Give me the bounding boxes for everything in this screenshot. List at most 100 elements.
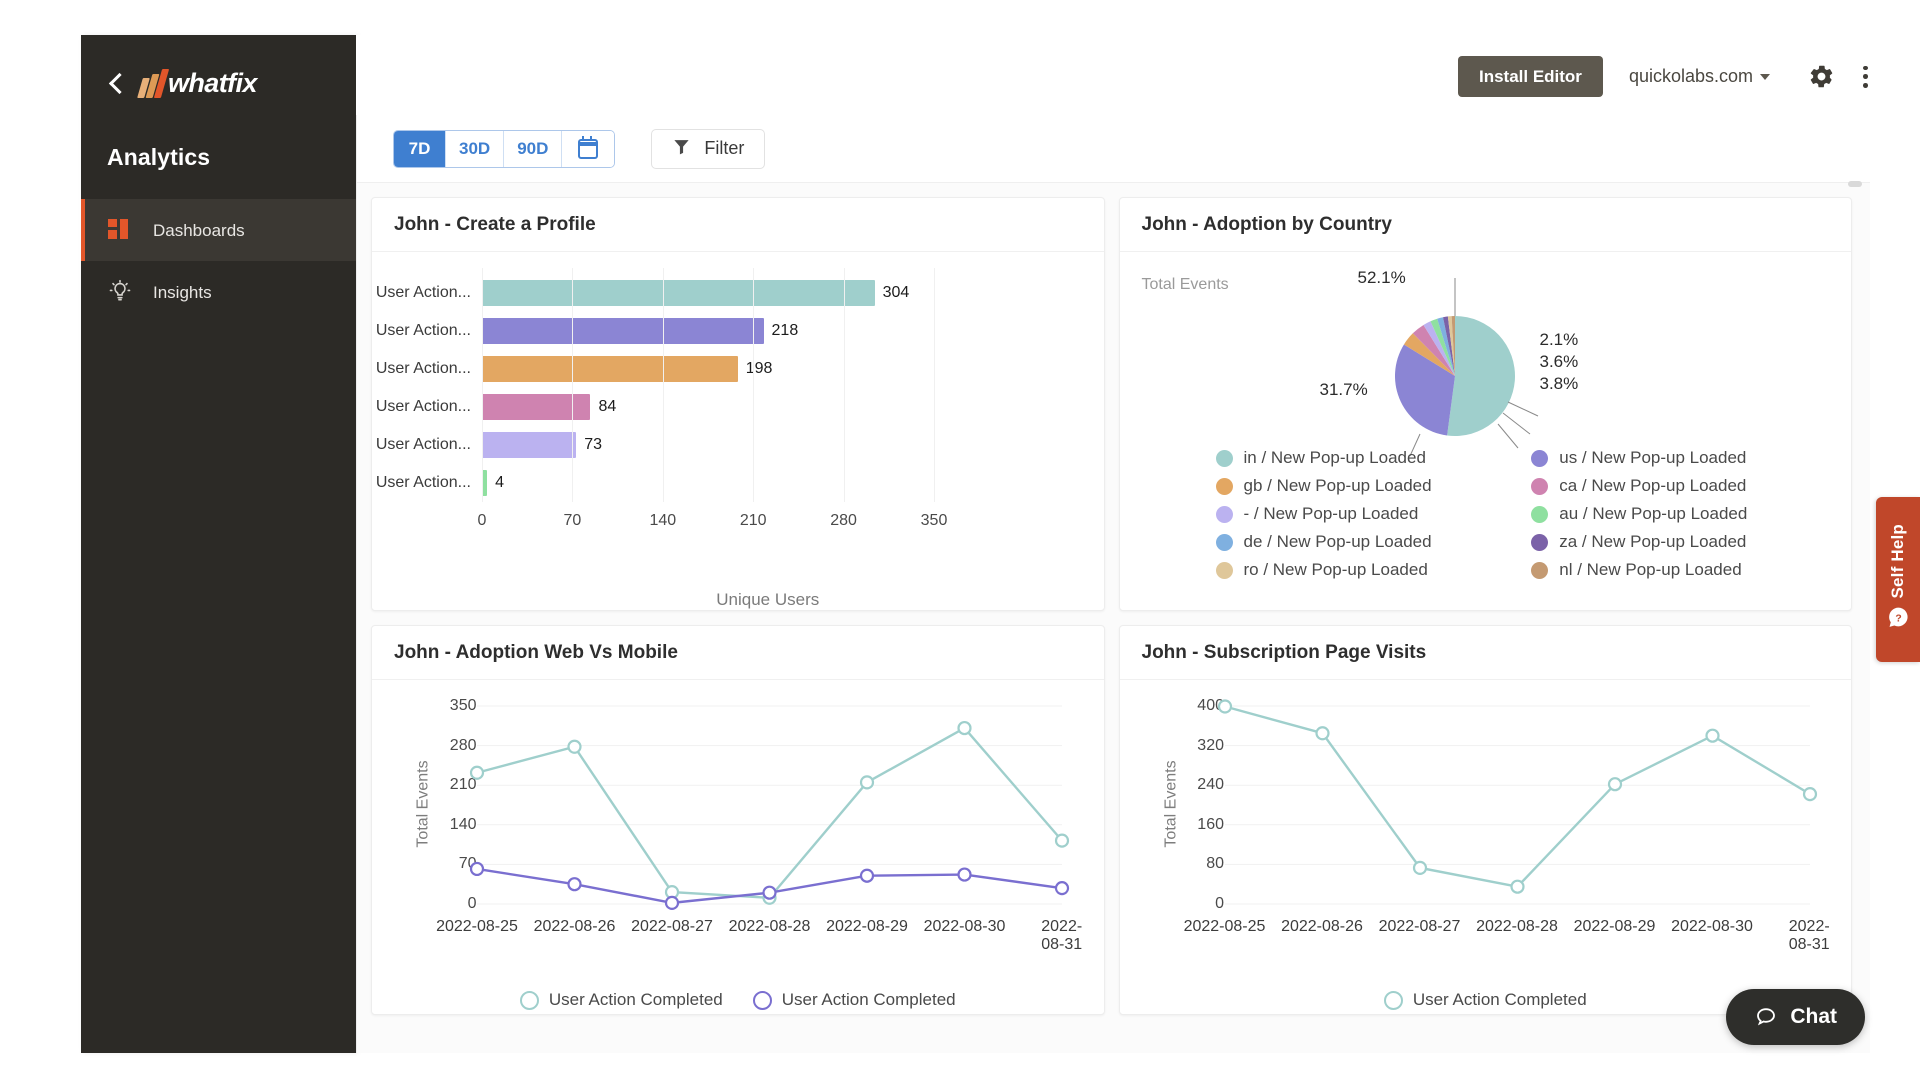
- legend-item[interactable]: gb / New Pop-up Loaded: [1215, 476, 1522, 496]
- data-point[interactable]: [1802, 787, 1817, 802]
- range-7d-button[interactable]: 7D: [394, 130, 446, 167]
- bar-value-label: 84: [598, 398, 617, 415]
- legend-item[interactable]: User Action Completed: [1383, 990, 1587, 1010]
- range-30d-button[interactable]: 30D: [446, 130, 505, 167]
- x-tick-label: 140: [649, 512, 677, 529]
- widget-grid: John - Create a Profile User Action... 30…: [357, 183, 1870, 1015]
- filter-button[interactable]: Filter: [651, 128, 766, 169]
- legend-item[interactable]: us / New Pop-up Loaded: [1531, 448, 1837, 468]
- bar-track: 84: [482, 388, 1104, 426]
- data-point[interactable]: [469, 861, 485, 877]
- sidebar-item-insights[interactable]: Insights: [81, 261, 356, 323]
- data-point[interactable]: [957, 720, 972, 736]
- legend-label: User Action Completed: [548, 990, 723, 1009]
- app-root: whatfix Analytics Dashboards Insights In…: [0, 0, 1920, 1080]
- install-editor-button[interactable]: Install Editor: [1457, 56, 1603, 97]
- pie-legend: in / New Pop-up Loaded us / New Pop-up Lo…: [1215, 448, 1838, 580]
- filter-label: Filter: [704, 138, 745, 158]
- bar-category-label: User Action...: [375, 398, 471, 415]
- data-point[interactable]: [1607, 777, 1622, 792]
- x-tick-label: 2022-08-27: [1378, 918, 1461, 935]
- data-point[interactable]: [664, 895, 680, 910]
- gear-icon[interactable]: [1808, 63, 1835, 90]
- x-tick-label: 350: [920, 512, 948, 529]
- bar-category-label: User Action...: [375, 360, 471, 377]
- widget-card-pie: John - Adoption by Country Total Events …: [1118, 197, 1852, 611]
- bar-fill: [482, 432, 577, 458]
- legend-marker: [1383, 990, 1403, 1010]
- widget-title: John - Adoption by Country: [1119, 198, 1851, 252]
- data-point[interactable]: [567, 877, 582, 892]
- x-tick-label: 2022-08-29: [1573, 918, 1656, 935]
- legend-item[interactable]: za / New Pop-up Loaded: [1531, 532, 1837, 552]
- legend-item[interactable]: ro / New Pop-up Loaded: [1215, 560, 1522, 580]
- x-tick-label: 210: [739, 512, 767, 529]
- legend-label: User Action Completed: [781, 990, 956, 1009]
- domain-selector[interactable]: quickolabs.com: [1629, 66, 1770, 87]
- pie-chart: Total Events 52.1% 31.7% 3.8% 3.6% 2.1% in / …: [1120, 252, 1852, 586]
- legend-item[interactable]: au / New Pop-up Loaded: [1531, 504, 1837, 524]
- data-point[interactable]: [762, 885, 777, 900]
- legend-label: gb / New Pop-up Loaded: [1243, 476, 1432, 495]
- data-point[interactable]: [1054, 833, 1070, 848]
- data-point[interactable]: [1217, 699, 1232, 714]
- data-point[interactable]: [1054, 881, 1070, 896]
- question-chat-icon: ?: [1886, 605, 1911, 635]
- pie-slice[interactable]: [1446, 316, 1515, 436]
- svg-text:?: ?: [1895, 613, 1901, 624]
- widget-card-bar: John - Create a Profile User Action... 30…: [371, 197, 1105, 611]
- legend-label: au / New Pop-up Loaded: [1559, 504, 1748, 523]
- widget-title: John - Subscription Page Visits: [1119, 626, 1851, 680]
- logo-mark-icon: [137, 68, 170, 98]
- legend-color-dot: [1215, 533, 1233, 551]
- bar-value-label: 304: [882, 284, 910, 301]
- data-point[interactable]: [957, 867, 972, 882]
- y-axis-label: Total Events: [1162, 760, 1180, 848]
- legend-item[interactable]: in / New Pop-up Loaded: [1215, 448, 1522, 468]
- chat-button[interactable]: Chat: [1726, 989, 1865, 1045]
- x-tick-label: 0: [477, 512, 487, 529]
- sidebar-header: whatfix: [81, 35, 356, 98]
- leader-line: [1502, 412, 1530, 435]
- custom-date-button[interactable]: [562, 130, 615, 167]
- line-chart-web-mobile: 0 70 140 210 280 350 Total Events 2022-08-25 202…: [372, 680, 1104, 1014]
- bar-fill: [482, 394, 591, 420]
- legend-item[interactable]: User Action Completed: [752, 990, 956, 1010]
- x-tick-label: 2022-08-26: [533, 918, 616, 935]
- data-point[interactable]: [1412, 860, 1427, 875]
- x-tick-label: 2022-08-28: [728, 918, 811, 935]
- kebab-menu-icon[interactable]: [1863, 64, 1868, 90]
- self-help-tab[interactable]: Self Help ?: [1876, 497, 1920, 662]
- data-point[interactable]: [859, 775, 875, 790]
- data-point[interactable]: [1704, 728, 1720, 743]
- sidebar-item-label: Dashboards: [153, 220, 245, 240]
- whatfix-logo: whatfix: [137, 68, 257, 98]
- leader-line: [1507, 401, 1538, 417]
- widget-title: John - Adoption Web Vs Mobile: [372, 626, 1104, 680]
- sidebar-item-dashboards[interactable]: Dashboards: [81, 199, 356, 261]
- top-header: Install Editor quickolabs.com: [356, 35, 1920, 115]
- x-tick-label: 2022-08-25: [1183, 918, 1266, 935]
- data-point[interactable]: [859, 868, 875, 883]
- range-90d-button[interactable]: 90D: [504, 130, 563, 167]
- chat-bubble-icon: [1754, 1005, 1778, 1029]
- legend-item[interactable]: nl / New Pop-up Loaded: [1531, 560, 1837, 580]
- legend-label: us / New Pop-up Loaded: [1559, 448, 1747, 467]
- data-point[interactable]: [1314, 726, 1330, 741]
- chevron-left-icon[interactable]: [103, 70, 129, 96]
- header-actions: Install Editor quickolabs.com: [1457, 56, 1868, 97]
- bar-track: 4: [482, 464, 1104, 502]
- data-point[interactable]: [469, 765, 485, 780]
- legend-color-dot: [1215, 449, 1233, 467]
- scrollbar-thumb[interactable]: [1848, 181, 1862, 187]
- data-point[interactable]: [1509, 879, 1525, 894]
- legend-item[interactable]: de / New Pop-up Loaded: [1215, 532, 1522, 552]
- legend-color-dot: [1215, 561, 1233, 579]
- data-point[interactable]: [567, 739, 582, 754]
- dashboards-icon: [107, 217, 133, 243]
- legend-item[interactable]: - / New Pop-up Loaded: [1215, 504, 1522, 524]
- legend-item[interactable]: ca / New Pop-up Loaded: [1531, 476, 1837, 496]
- bar-fill: [482, 356, 738, 382]
- legend-item[interactable]: User Action Completed: [519, 990, 723, 1010]
- funnel-icon: [672, 137, 691, 161]
